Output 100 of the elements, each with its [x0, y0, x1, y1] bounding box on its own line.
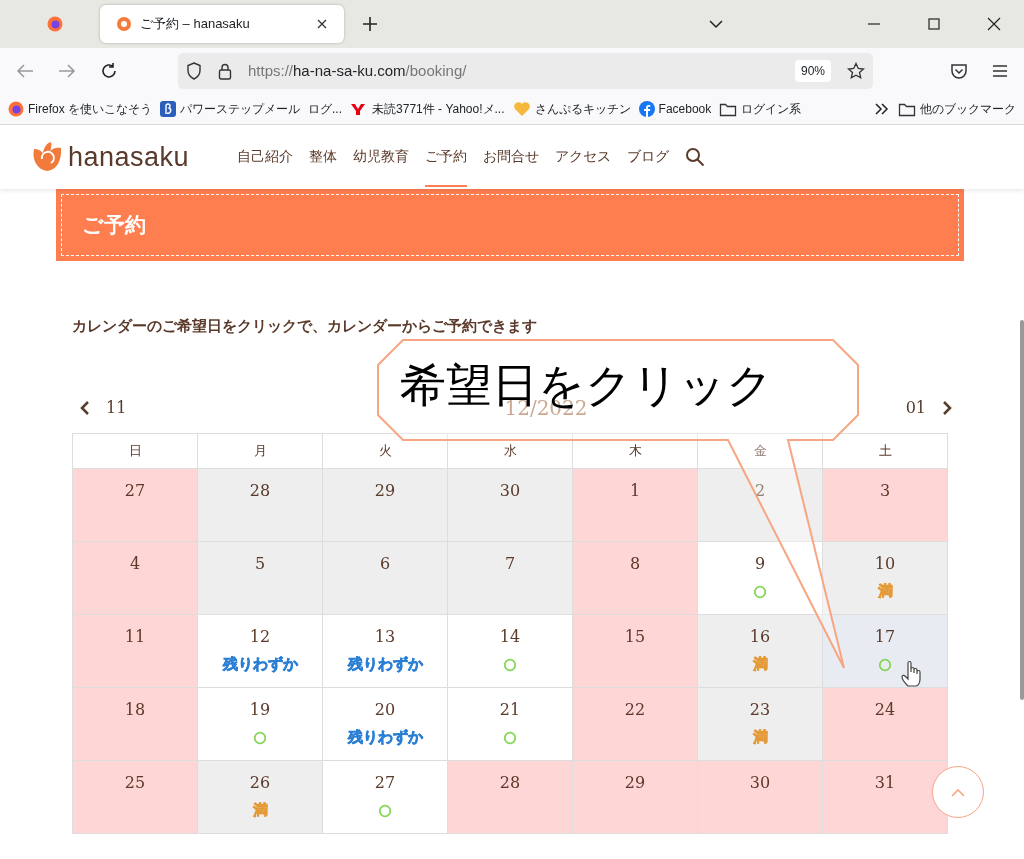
- day-number: 16: [749, 625, 771, 648]
- new-tab-icon[interactable]: [362, 16, 378, 32]
- url-text[interactable]: https://ha-na-sa-ku.com/booking/: [248, 59, 779, 83]
- nav-link[interactable]: 整体: [309, 127, 338, 187]
- pocket-icon[interactable]: [950, 63, 968, 79]
- nav-link[interactable]: ブログ: [627, 127, 670, 187]
- day-number: 28: [249, 479, 271, 502]
- reload-icon[interactable]: [100, 62, 118, 80]
- next-month-link[interactable]: 01: [905, 395, 952, 420]
- day-number: 20: [374, 698, 396, 721]
- day-number: 14: [499, 625, 521, 648]
- day-number: 10: [874, 552, 896, 575]
- day-number: 13: [374, 625, 396, 648]
- calendar-day[interactable]: 27 ○: [322, 760, 448, 833]
- zoom-level[interactable]: 90%: [794, 60, 831, 82]
- availability-status: ○: [503, 652, 517, 675]
- day-number: 28: [499, 771, 521, 794]
- heart-icon: [512, 101, 531, 117]
- weekday-header: 水: [447, 433, 573, 468]
- bookmark[interactable]: 未読3771件 - Yahoo!メ...: [350, 100, 505, 118]
- nav-link[interactable]: 幼児教育: [353, 127, 410, 187]
- day-number: 31: [874, 771, 896, 794]
- folder-icon: [719, 101, 738, 117]
- prev-month-link[interactable]: 11: [80, 395, 127, 420]
- hand-cursor-icon: [900, 660, 924, 688]
- menu-icon[interactable]: [992, 64, 1008, 78]
- instruction-text: カレンダーのご希望日をクリックで、カレンダーからご予約できます: [72, 316, 538, 337]
- nav-link[interactable]: アクセス: [555, 127, 612, 187]
- availability-status: 満: [252, 798, 268, 821]
- day-number: 18: [124, 698, 146, 721]
- day-number: 1: [629, 479, 641, 502]
- availability-status: ○: [753, 579, 767, 602]
- availability-status: 残りわずか: [347, 652, 423, 675]
- availability-status: ○: [503, 725, 517, 748]
- site-logo-text[interactable]: hanasaku: [68, 136, 190, 178]
- page-title: ご予約: [61, 194, 959, 256]
- availability-status: 満: [752, 652, 768, 675]
- bookmark[interactable]: パワーステップメール: [160, 100, 300, 118]
- day-number: 25: [124, 771, 146, 794]
- day-number: 29: [624, 771, 646, 794]
- weekday-header: 火: [322, 433, 448, 468]
- weekday-header: 日: [72, 433, 198, 468]
- day-number: 15: [624, 625, 646, 648]
- forward-arrow-icon[interactable]: [58, 63, 76, 79]
- lock-icon: [218, 62, 232, 80]
- availability-status: 残りわずか: [347, 725, 423, 748]
- chevron-left-icon: [80, 399, 90, 416]
- bookmark[interactable]: 他のブックマーク: [898, 100, 1016, 118]
- day-number: 29: [374, 479, 396, 502]
- calendar-day[interactable]: 20 残りわずか: [322, 687, 448, 760]
- day-number: 4: [129, 552, 141, 575]
- calendar-day[interactable]: 19 ○: [197, 687, 323, 760]
- calendar-day[interactable]: 13 残りわずか: [322, 614, 448, 687]
- back-arrow-icon[interactable]: [16, 63, 34, 79]
- day-number: 2: [754, 479, 766, 502]
- day-number: 24: [874, 698, 896, 721]
- browser-tab[interactable]: ご予約 – hanasaku: [100, 5, 344, 43]
- day-number: 9: [754, 552, 766, 575]
- availability-status: 満: [752, 725, 768, 748]
- weekday-header: 月: [197, 433, 323, 468]
- double-chevron-icon[interactable]: [874, 102, 890, 116]
- close-icon[interactable]: [316, 18, 328, 30]
- weekday-header: 木: [572, 433, 698, 468]
- day-number: 30: [499, 479, 521, 502]
- calendar-day[interactable]: 12 残りわずか: [197, 614, 323, 687]
- calendar-day[interactable]: 17 ○: [822, 614, 948, 687]
- availability-status: 残りわずか: [222, 652, 298, 675]
- day-number: 30: [749, 771, 771, 794]
- bookmark[interactable]: Firefox を使いこなそう: [8, 100, 152, 118]
- shield-icon: [186, 62, 202, 80]
- facebook-icon: [638, 101, 655, 117]
- bookmark[interactable]: ログイン系: [719, 100, 802, 118]
- day-number: 22: [624, 698, 646, 721]
- star-icon[interactable]: [847, 62, 865, 80]
- scrollbar[interactable]: [1020, 320, 1024, 700]
- day-number: 6: [379, 552, 391, 575]
- day-number: 27: [124, 479, 146, 502]
- day-number: 3: [879, 479, 891, 502]
- day-number: 21: [499, 698, 521, 721]
- close-icon[interactable]: [986, 16, 1002, 32]
- day-number: 11: [124, 625, 146, 648]
- search-icon[interactable]: [685, 147, 706, 167]
- day-number: 12: [249, 625, 271, 648]
- nav-link[interactable]: ご予約: [425, 127, 468, 187]
- day-number: 23: [749, 698, 771, 721]
- bookmark[interactable]: ログ...: [308, 100, 343, 118]
- nav-link[interactable]: 自己紹介: [237, 127, 294, 187]
- chevron-up-icon: [951, 787, 965, 797]
- day-number: 17: [874, 625, 896, 648]
- bookmark[interactable]: さんぷるキッチン: [512, 100, 631, 118]
- beta-icon: [160, 101, 176, 117]
- maximize-icon[interactable]: [926, 16, 942, 32]
- chevron-right-icon: [942, 399, 952, 416]
- calendar-day[interactable]: 21 ○: [447, 687, 573, 760]
- calendar-day[interactable]: 14 ○: [447, 614, 573, 687]
- nav-link[interactable]: お問合せ: [483, 127, 540, 187]
- bookmark[interactable]: Facebook: [638, 100, 712, 118]
- availability-status: ○: [878, 652, 892, 675]
- day-number: 26: [249, 771, 271, 794]
- day-number: 5: [254, 552, 266, 575]
